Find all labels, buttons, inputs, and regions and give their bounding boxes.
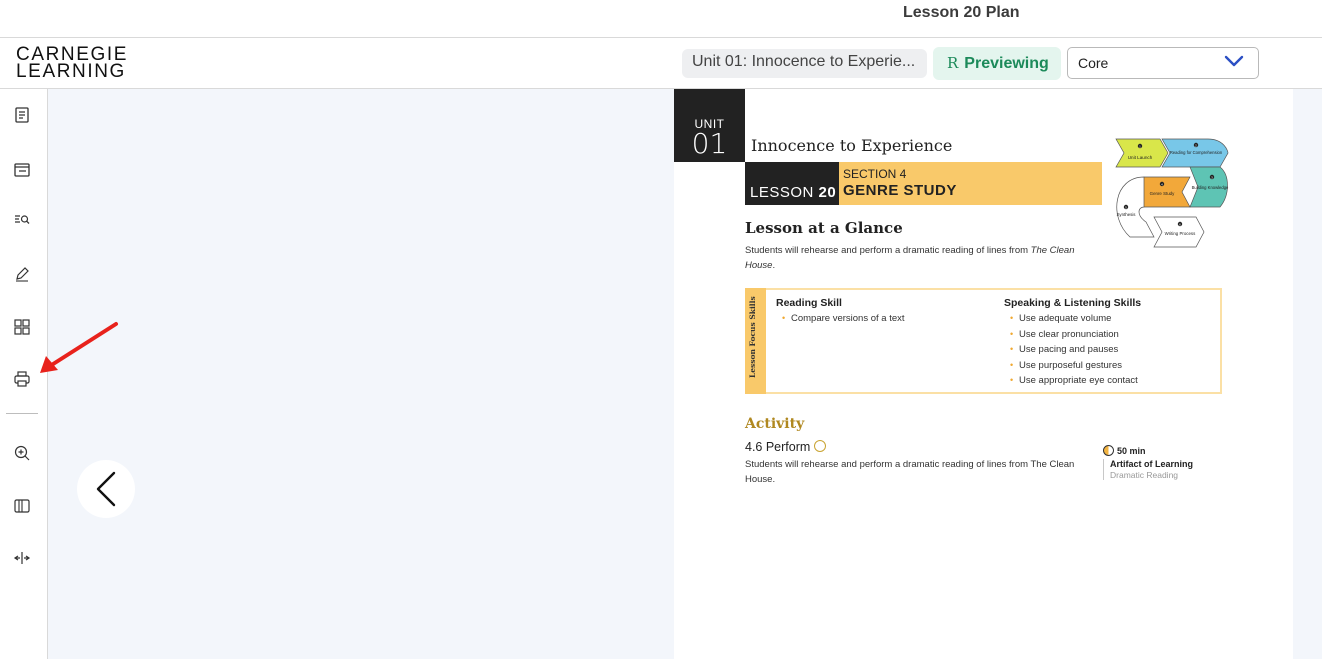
roadmap-step-2: Reading for Comprehension — [1170, 150, 1223, 155]
unit-number: 01 — [691, 127, 728, 160]
lesson-at-a-glance-text: Students will rehearse and perform a dra… — [745, 243, 1095, 273]
lesson-number: 20 — [818, 184, 837, 201]
artifact-title: Artifact of Learning — [1110, 459, 1194, 469]
print-icon[interactable] — [10, 367, 34, 391]
speaking-skill-item: Use clear pronunciation — [1004, 327, 1141, 343]
reading-skill-column: Reading Skill Compare versions of a text — [776, 297, 905, 327]
activity-heading: Activity — [745, 416, 805, 432]
activity-type-icon — [814, 440, 827, 452]
preview-role-icon: R — [947, 54, 959, 72]
window-title: Lesson 20 Plan — [903, 4, 1020, 21]
duration-value: 50 min — [1117, 446, 1146, 456]
unit-title: Innocence to Experience — [751, 136, 953, 155]
speaking-skill-item: Use purposeful gestures — [1004, 358, 1141, 374]
core-dropdown[interactable]: Core — [1067, 47, 1259, 79]
unit-roadmap-graphic: 1 Unit Launch 2 Reading for Comprehensio… — [1115, 138, 1229, 248]
previewing-button[interactable]: R Previewing — [933, 47, 1061, 80]
unit-badge: UNIT 01 — [674, 89, 745, 162]
previous-page-button[interactable] — [77, 460, 135, 518]
unit-selector[interactable]: Unit 01: Innocence to Experie... — [682, 49, 927, 78]
section-title: GENRE STUDY — [843, 182, 957, 199]
activity-duration: 50 min — [1103, 445, 1146, 456]
roadmap-step-3: Building Knowledge — [1192, 185, 1229, 190]
document-icon[interactable] — [10, 103, 34, 127]
activity-title: 4.6 Perform — [745, 440, 827, 454]
roadmap-step-1: Unit Launch — [1128, 155, 1153, 160]
fit-width-icon[interactable] — [10, 546, 34, 570]
speaking-skill-column: Speaking & Listening Skills Use adequate… — [1004, 297, 1141, 389]
core-dropdown-value: Core — [1078, 55, 1109, 71]
lesson-focus-tab: Lesson Focus Skills — [745, 288, 766, 394]
lesson-focus-skills-box: Lesson Focus Skills Reading Skill Compar… — [745, 288, 1222, 394]
pen-icon[interactable] — [10, 262, 34, 286]
speaking-skill-item: Use adequate volume — [1004, 311, 1141, 327]
lesson-prefix: LESSON — [750, 184, 814, 201]
book-icon[interactable] — [10, 494, 34, 518]
zoom-in-icon[interactable] — [10, 441, 34, 465]
reading-skill-title: Reading Skill — [776, 297, 842, 309]
section-banner: SECTION 4 GENRE STUDY — [839, 162, 1102, 205]
logo-line-2: LEARNING — [16, 61, 126, 82]
roadmap-step-5: Synthesis — [1116, 212, 1136, 217]
lesson-focus-tab-label: Lesson Focus Skills — [748, 296, 757, 378]
roadmap-step-6: Writing Process — [1165, 231, 1196, 236]
toolbar-divider — [6, 413, 38, 414]
speaking-skill-item: Use pacing and pauses — [1004, 342, 1141, 358]
clock-icon — [1103, 445, 1114, 456]
glance-text-end: . — [772, 260, 776, 271]
speaking-skill-title: Speaking & Listening Skills — [1004, 297, 1142, 309]
grid-icon[interactable] — [10, 315, 34, 339]
speaking-skill-item: Use appropriate eye contact — [1004, 373, 1141, 389]
chevron-down-icon — [1224, 55, 1244, 67]
glance-text-main: Students will rehearse and perform a dra… — [745, 245, 1031, 256]
window-titlebar: Lesson 20 Plan — [0, 0, 1322, 38]
notes-icon[interactable] — [10, 158, 34, 182]
chevron-left-icon — [96, 471, 116, 507]
lesson-number-badge: LESSON 20 — [745, 162, 839, 205]
search-list-icon[interactable] — [10, 207, 34, 231]
section-label: SECTION 4 — [843, 167, 907, 181]
document-viewer: UNIT 01 Innocence to Experience LESSON 2… — [48, 89, 1322, 659]
app-header: CARNEGIE LEARNING Unit 01: Innocence to … — [0, 38, 1322, 89]
carnegie-learning-logo[interactable]: CARNEGIE LEARNING — [16, 45, 128, 82]
artifact-value: Dramatic Reading — [1110, 470, 1179, 480]
artifact-of-learning: Artifact of Learning Dramatic Reading — [1103, 459, 1193, 480]
roadmap-step-4: Genre Study — [1150, 191, 1175, 196]
lesson-page: UNIT 01 Innocence to Experience LESSON 2… — [674, 89, 1293, 659]
lesson-at-a-glance-heading: Lesson at a Glance — [745, 219, 903, 237]
reading-skill-item: Compare versions of a text — [776, 311, 905, 327]
activity-description: Students will rehearse and perform a dra… — [745, 459, 1075, 485]
previewing-label: Previewing — [964, 55, 1049, 72]
activity-name: 4.6 Perform — [745, 440, 811, 454]
left-toolbar — [0, 89, 48, 659]
